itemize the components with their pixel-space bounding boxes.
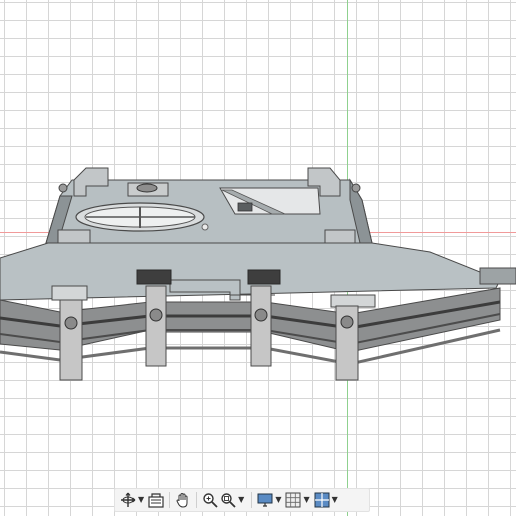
top-screw-left: [58, 183, 68, 193]
toolbar-divider: [196, 492, 198, 508]
lower-tab-left: [57, 229, 91, 245]
display-settings-button[interactable]: ▼: [256, 490, 284, 510]
viewports-icon: [314, 492, 330, 508]
chevron-down-icon: ▼: [303, 495, 310, 504]
right-corner-tab: [479, 267, 516, 285]
toolbar-divider: [251, 492, 253, 508]
monitor-icon: [257, 493, 273, 507]
vent-screw: [201, 223, 209, 231]
center-bracket: [169, 279, 241, 301]
chevron-down-icon: ▼: [275, 495, 282, 504]
grid-snaps-button[interactable]: ▼: [284, 490, 312, 510]
look-at-button[interactable]: [147, 490, 165, 510]
fit-button[interactable]: ▼: [219, 490, 247, 510]
chevron-down-icon: ▼: [138, 495, 145, 504]
pan-button[interactable]: [174, 490, 192, 510]
lower-tab-right: [324, 229, 356, 245]
top-screw-right: [351, 183, 361, 193]
chevron-down-icon: ▼: [238, 495, 245, 504]
orbit-button[interactable]: ▼: [119, 490, 147, 510]
chevron-down-icon: ▼: [331, 495, 338, 504]
orbit-icon: [121, 492, 136, 507]
slot-part: [237, 202, 253, 212]
look-at-icon: [148, 493, 164, 508]
zoom-button[interactable]: [201, 490, 219, 510]
3d-model[interactable]: [0, 0, 516, 516]
grid-icon: [285, 492, 301, 508]
navigation-toolbar: ▼ ▼ ▼ ▼ ▼: [114, 488, 370, 512]
canvas-viewport[interactable]: [0, 0, 516, 516]
zoom-icon: [203, 493, 218, 508]
viewports-button[interactable]: ▼: [313, 490, 341, 510]
top-mount-knob: [136, 183, 158, 193]
toolbar-divider: [169, 492, 171, 508]
fit-icon: [221, 493, 236, 508]
hand-icon: [176, 492, 188, 508]
